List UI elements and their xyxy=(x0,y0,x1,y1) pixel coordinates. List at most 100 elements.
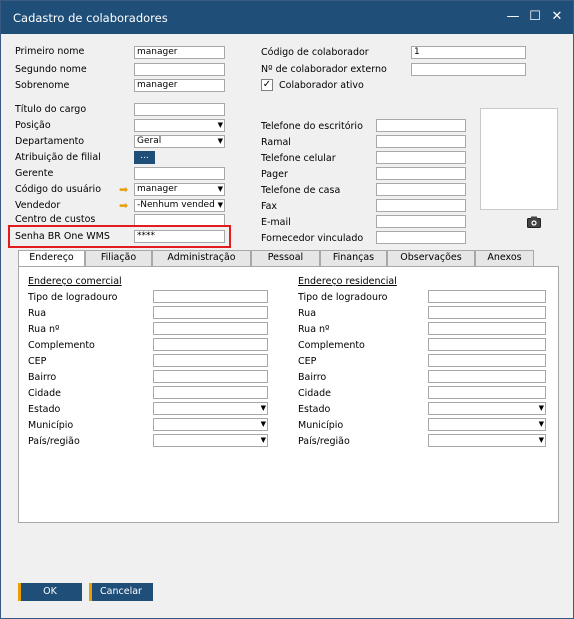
last-name-label: Sobrenome xyxy=(15,80,70,91)
home-street-field[interactable] xyxy=(428,306,546,319)
first-name-field[interactable]: manager xyxy=(134,46,225,59)
last-name-field[interactable]: manager xyxy=(134,79,225,92)
wms-password-label: Senha BR One WMS xyxy=(15,231,110,242)
cost-center-label: Centro de custos xyxy=(15,214,96,225)
home-street-number-label: Rua nº xyxy=(298,324,330,335)
camera-icon[interactable] xyxy=(527,216,541,228)
active-employee-checkbox[interactable]: ✓ xyxy=(261,79,273,91)
manager-field[interactable] xyxy=(134,167,225,180)
tab-endereco[interactable]: Endereço xyxy=(18,250,85,267)
home-street-number-field[interactable] xyxy=(428,322,546,335)
window-title: Cadastro de colaboradores xyxy=(13,11,168,25)
business-complement-label: Complemento xyxy=(28,340,95,351)
home-street-type-label: Tipo de logradouro xyxy=(298,292,388,303)
department-dropdown[interactable]: Geral xyxy=(134,135,225,148)
branch-assignment-button[interactable]: ... xyxy=(134,151,155,164)
email-field[interactable] xyxy=(376,215,466,228)
user-code-dropdown[interactable]: manager xyxy=(134,183,225,196)
email-label: E-mail xyxy=(261,217,291,228)
business-street-type-field[interactable] xyxy=(153,290,268,303)
link-arrow-icon[interactable]: ➡ xyxy=(119,200,131,211)
pager-label: Pager xyxy=(261,169,288,180)
home-street-label: Rua xyxy=(298,308,317,319)
home-state-label: Estado xyxy=(298,404,331,415)
job-title-field[interactable] xyxy=(134,103,225,116)
wms-password-field[interactable]: **** xyxy=(134,230,225,243)
office-phone-label: Telefone do escritório xyxy=(261,121,363,132)
position-dropdown[interactable] xyxy=(134,119,225,132)
business-city-field[interactable] xyxy=(153,386,268,399)
business-state-dropdown[interactable] xyxy=(153,402,268,415)
title-bar: Cadastro de colaboradores — ☐ ✕ xyxy=(1,1,573,34)
employee-photo-box[interactable] xyxy=(480,108,558,210)
tab-anexos[interactable]: Anexos xyxy=(475,250,534,266)
sales-employee-label: Vendedor xyxy=(15,200,61,211)
mobile-phone-field[interactable] xyxy=(376,151,466,164)
sales-employee-dropdown[interactable]: -Nenhum vended xyxy=(134,199,225,212)
home-complement-field[interactable] xyxy=(428,338,546,351)
business-street-label: Rua xyxy=(28,308,47,319)
home-phone-label: Telefone de casa xyxy=(261,185,341,196)
business-country-dropdown[interactable] xyxy=(153,434,268,447)
business-county-dropdown[interactable] xyxy=(153,418,268,431)
business-street-type-label: Tipo de logradouro xyxy=(28,292,118,303)
maximize-icon[interactable]: ☐ xyxy=(525,7,545,27)
employee-code-field[interactable]: 1 xyxy=(411,46,526,59)
middle-name-field[interactable] xyxy=(134,63,225,76)
business-state-label: Estado xyxy=(28,404,61,415)
mobile-phone-label: Telefone celular xyxy=(261,153,336,164)
home-address-title: Endereço residencial xyxy=(298,276,397,287)
close-icon[interactable]: ✕ xyxy=(547,7,567,27)
cancel-button[interactable]: Cancelar xyxy=(89,583,153,601)
external-employee-number-label: Nº de colaborador externo xyxy=(261,64,387,75)
home-county-label: Município xyxy=(298,420,344,431)
tab-filiacao[interactable]: Filiação xyxy=(85,250,152,266)
business-street-number-field[interactable] xyxy=(153,322,268,335)
business-address-title: Endereço comercial xyxy=(28,276,122,287)
tab-financas[interactable]: Finanças xyxy=(320,250,387,266)
home-zip-field[interactable] xyxy=(428,354,546,367)
business-complement-field[interactable] xyxy=(153,338,268,351)
business-county-label: Município xyxy=(28,420,74,431)
extension-label: Ramal xyxy=(261,137,291,148)
manager-label: Gerente xyxy=(15,168,54,179)
extension-field[interactable] xyxy=(376,135,466,148)
position-label: Posição xyxy=(15,120,51,131)
business-street-field[interactable] xyxy=(153,306,268,319)
home-district-label: Bairro xyxy=(298,372,327,383)
tab-administracao[interactable]: Administração xyxy=(152,250,251,266)
first-name-label: Primeiro nome xyxy=(15,46,85,57)
home-country-dropdown[interactable] xyxy=(428,434,546,447)
pager-field[interactable] xyxy=(376,167,466,180)
home-street-type-field[interactable] xyxy=(428,290,546,303)
link-arrow-icon[interactable]: ➡ xyxy=(119,184,131,195)
employee-master-data-window: Cadastro de colaboradores — ☐ ✕ Primeiro… xyxy=(0,0,574,619)
business-district-label: Bairro xyxy=(28,372,57,383)
fax-field[interactable] xyxy=(376,199,466,212)
business-zip-field[interactable] xyxy=(153,354,268,367)
tab-pessoal[interactable]: Pessoal xyxy=(251,250,320,266)
home-district-field[interactable] xyxy=(428,370,546,383)
home-phone-field[interactable] xyxy=(376,183,466,196)
business-district-field[interactable] xyxy=(153,370,268,383)
ok-button[interactable]: OK xyxy=(18,583,82,601)
fax-label: Fax xyxy=(261,201,278,212)
home-complement-label: Complemento xyxy=(298,340,365,351)
external-employee-number-field[interactable] xyxy=(411,63,526,76)
minimize-icon[interactable]: — xyxy=(503,7,523,27)
office-phone-field[interactable] xyxy=(376,119,466,132)
business-city-label: Cidade xyxy=(28,388,61,399)
user-code-label: Código do usuário xyxy=(15,184,102,195)
branch-assignment-label: Atribuição de filial xyxy=(15,152,101,163)
active-employee-label: Colaborador ativo xyxy=(279,80,364,91)
home-country-label: País/região xyxy=(298,436,350,447)
department-label: Departamento xyxy=(15,136,85,147)
home-city-field[interactable] xyxy=(428,386,546,399)
home-city-label: Cidade xyxy=(298,388,331,399)
tab-observacoes[interactable]: Observações xyxy=(387,250,475,266)
home-zip-label: CEP xyxy=(298,356,317,367)
home-county-dropdown[interactable] xyxy=(428,418,546,431)
home-state-dropdown[interactable] xyxy=(428,402,546,415)
linked-vendor-field[interactable] xyxy=(376,231,466,244)
middle-name-label: Segundo nome xyxy=(15,64,87,75)
